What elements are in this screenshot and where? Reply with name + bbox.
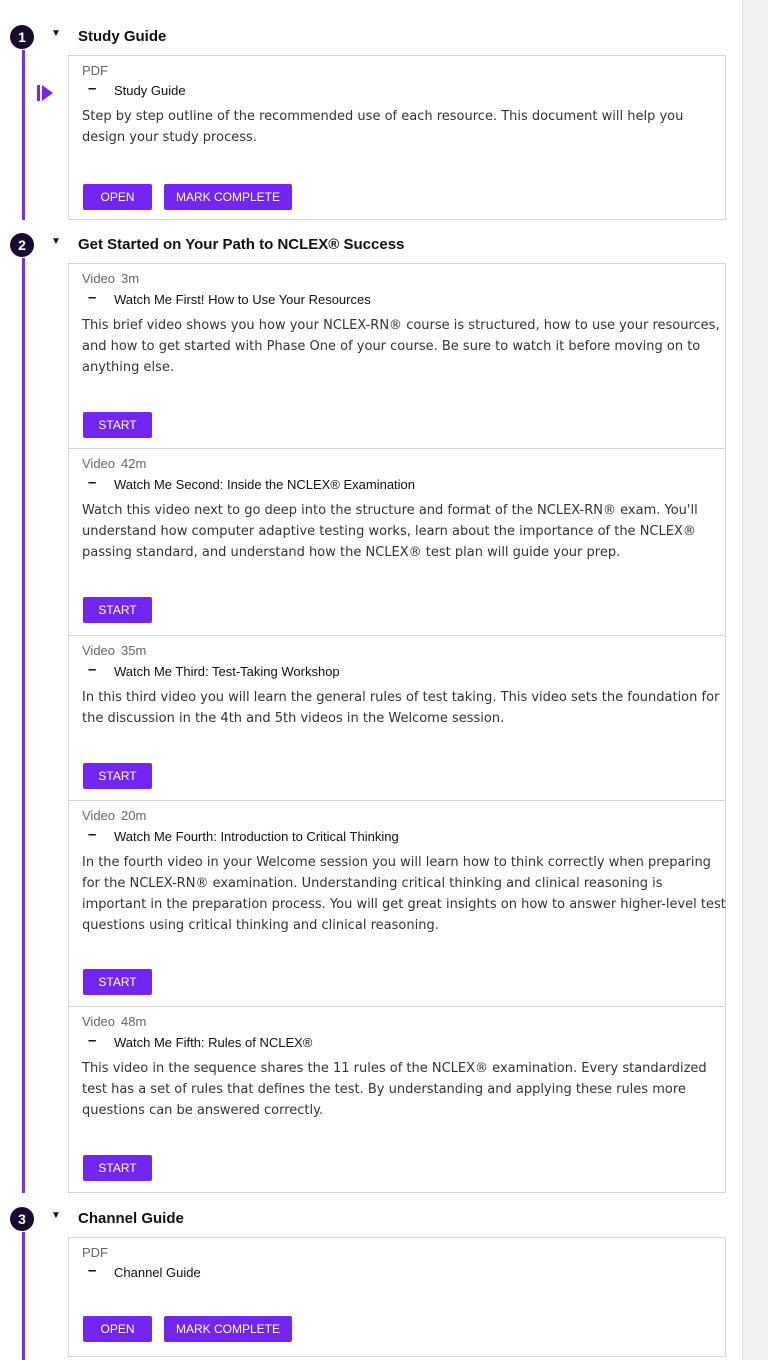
- resource-card: Video 42m – Watch Me Second: Inside the N…: [68, 449, 726, 636]
- resource-title[interactable]: Watch Me Second: Inside the NCLEX® Exami…: [114, 477, 415, 492]
- resource-title[interactable]: Watch Me Third: Test-Taking Workshop: [114, 664, 340, 679]
- collapse-dash-icon[interactable]: –: [88, 80, 96, 97]
- section-progress-line: [22, 50, 25, 220]
- section-progress-line: [22, 1232, 25, 1360]
- open-button[interactable]: OPEN: [83, 184, 152, 210]
- start-button[interactable]: START: [83, 1155, 152, 1181]
- resource-card: Video 20m – Watch Me Fourth: Introduction…: [68, 801, 726, 1007]
- resource-meta: Video 35m: [82, 643, 147, 658]
- section-number-badge: 3: [10, 1207, 34, 1231]
- section-header[interactable]: 2 ▼ Get Started on Your Path to NCLEX® S…: [0, 231, 740, 259]
- collapse-dash-icon[interactable]: –: [88, 1262, 96, 1279]
- resource-description: Watch this video next to go deep into th…: [82, 503, 698, 560]
- start-button[interactable]: START: [83, 763, 152, 789]
- resource-card: Video 35m – Watch Me Third: Test-Taking W…: [68, 636, 726, 801]
- section-number-badge: 1: [10, 25, 34, 49]
- resource-meta: Video 3m: [82, 271, 140, 286]
- resource-description: This video in the sequence shares the 11…: [82, 1061, 707, 1118]
- section-progress-line: [22, 258, 25, 1193]
- resource-title[interactable]: Study Guide: [114, 83, 186, 98]
- collapse-dash-icon[interactable]: –: [88, 661, 96, 678]
- current-item-play-icon: [37, 85, 53, 101]
- start-button[interactable]: START: [83, 412, 152, 438]
- caret-down-icon[interactable]: ▼: [51, 28, 61, 39]
- resource-title[interactable]: Watch Me First! How to Use Your Resource…: [114, 292, 371, 307]
- section-get-started: 2 ▼ Get Started on Your Path to NCLEX® S…: [0, 231, 742, 1193]
- right-sidebar-panel: [742, 0, 768, 1360]
- collapse-dash-icon[interactable]: –: [88, 1032, 96, 1049]
- resource-title[interactable]: Channel Guide: [114, 1265, 201, 1280]
- collapse-dash-icon[interactable]: –: [88, 826, 96, 843]
- section-number-badge: 2: [10, 233, 34, 257]
- start-button[interactable]: START: [83, 597, 152, 623]
- resource-description: In the fourth video in your Welcome sess…: [82, 855, 726, 933]
- section-title: Channel Guide: [78, 1210, 184, 1227]
- resource-title[interactable]: Watch Me Fourth: Introduction to Critica…: [114, 829, 399, 844]
- resource-type: PDF: [82, 1245, 108, 1260]
- mark-complete-button[interactable]: MARK COMPLETE: [164, 1316, 292, 1342]
- course-outline: 1 ▼ Study Guide PDF – Study Guide Step b…: [0, 0, 742, 1360]
- mark-complete-button[interactable]: MARK COMPLETE: [164, 184, 292, 210]
- resource-type: PDF: [82, 63, 108, 78]
- section-study-guide: 1 ▼ Study Guide PDF – Study Guide Step b…: [0, 23, 742, 220]
- section-title: Study Guide: [78, 28, 167, 45]
- caret-down-icon[interactable]: ▼: [51, 236, 61, 247]
- resource-meta: Video 20m: [82, 808, 147, 823]
- resource-description: In this third video you will learn the g…: [82, 690, 720, 726]
- collapse-dash-icon[interactable]: –: [88, 474, 96, 491]
- start-button[interactable]: START: [83, 969, 152, 995]
- resource-card: PDF – Study Guide Step by step outline o…: [68, 55, 726, 220]
- section-title: Get Started on Your Path to NCLEX® Succe…: [78, 236, 405, 253]
- open-button[interactable]: OPEN: [83, 1316, 152, 1342]
- resource-meta: Video 48m: [82, 1014, 147, 1029]
- caret-down-icon[interactable]: ▼: [51, 1210, 61, 1221]
- resource-meta: Video 42m: [82, 456, 147, 471]
- resource-card: PDF – Channel Guide OPEN MARK COMPLETE: [68, 1237, 726, 1357]
- resource-description: Step by step outline of the recommended …: [82, 109, 684, 145]
- section-header[interactable]: 3 ▼ Channel Guide: [0, 1205, 740, 1233]
- section-header[interactable]: 1 ▼ Study Guide: [0, 23, 740, 51]
- collapse-dash-icon[interactable]: –: [88, 289, 96, 306]
- resource-description: This brief video shows you how your NCLE…: [82, 318, 720, 375]
- resource-card: Video 48m – Watch Me Fifth: Rules of NCLE…: [68, 1007, 726, 1193]
- resource-title[interactable]: Watch Me Fifth: Rules of NCLEX®: [114, 1035, 312, 1050]
- resource-card: Video 3m – Watch Me First! How to Use You…: [68, 263, 726, 449]
- section-channel-guide: 3 ▼ Channel Guide PDF – Channel Guide OP…: [0, 1205, 742, 1360]
